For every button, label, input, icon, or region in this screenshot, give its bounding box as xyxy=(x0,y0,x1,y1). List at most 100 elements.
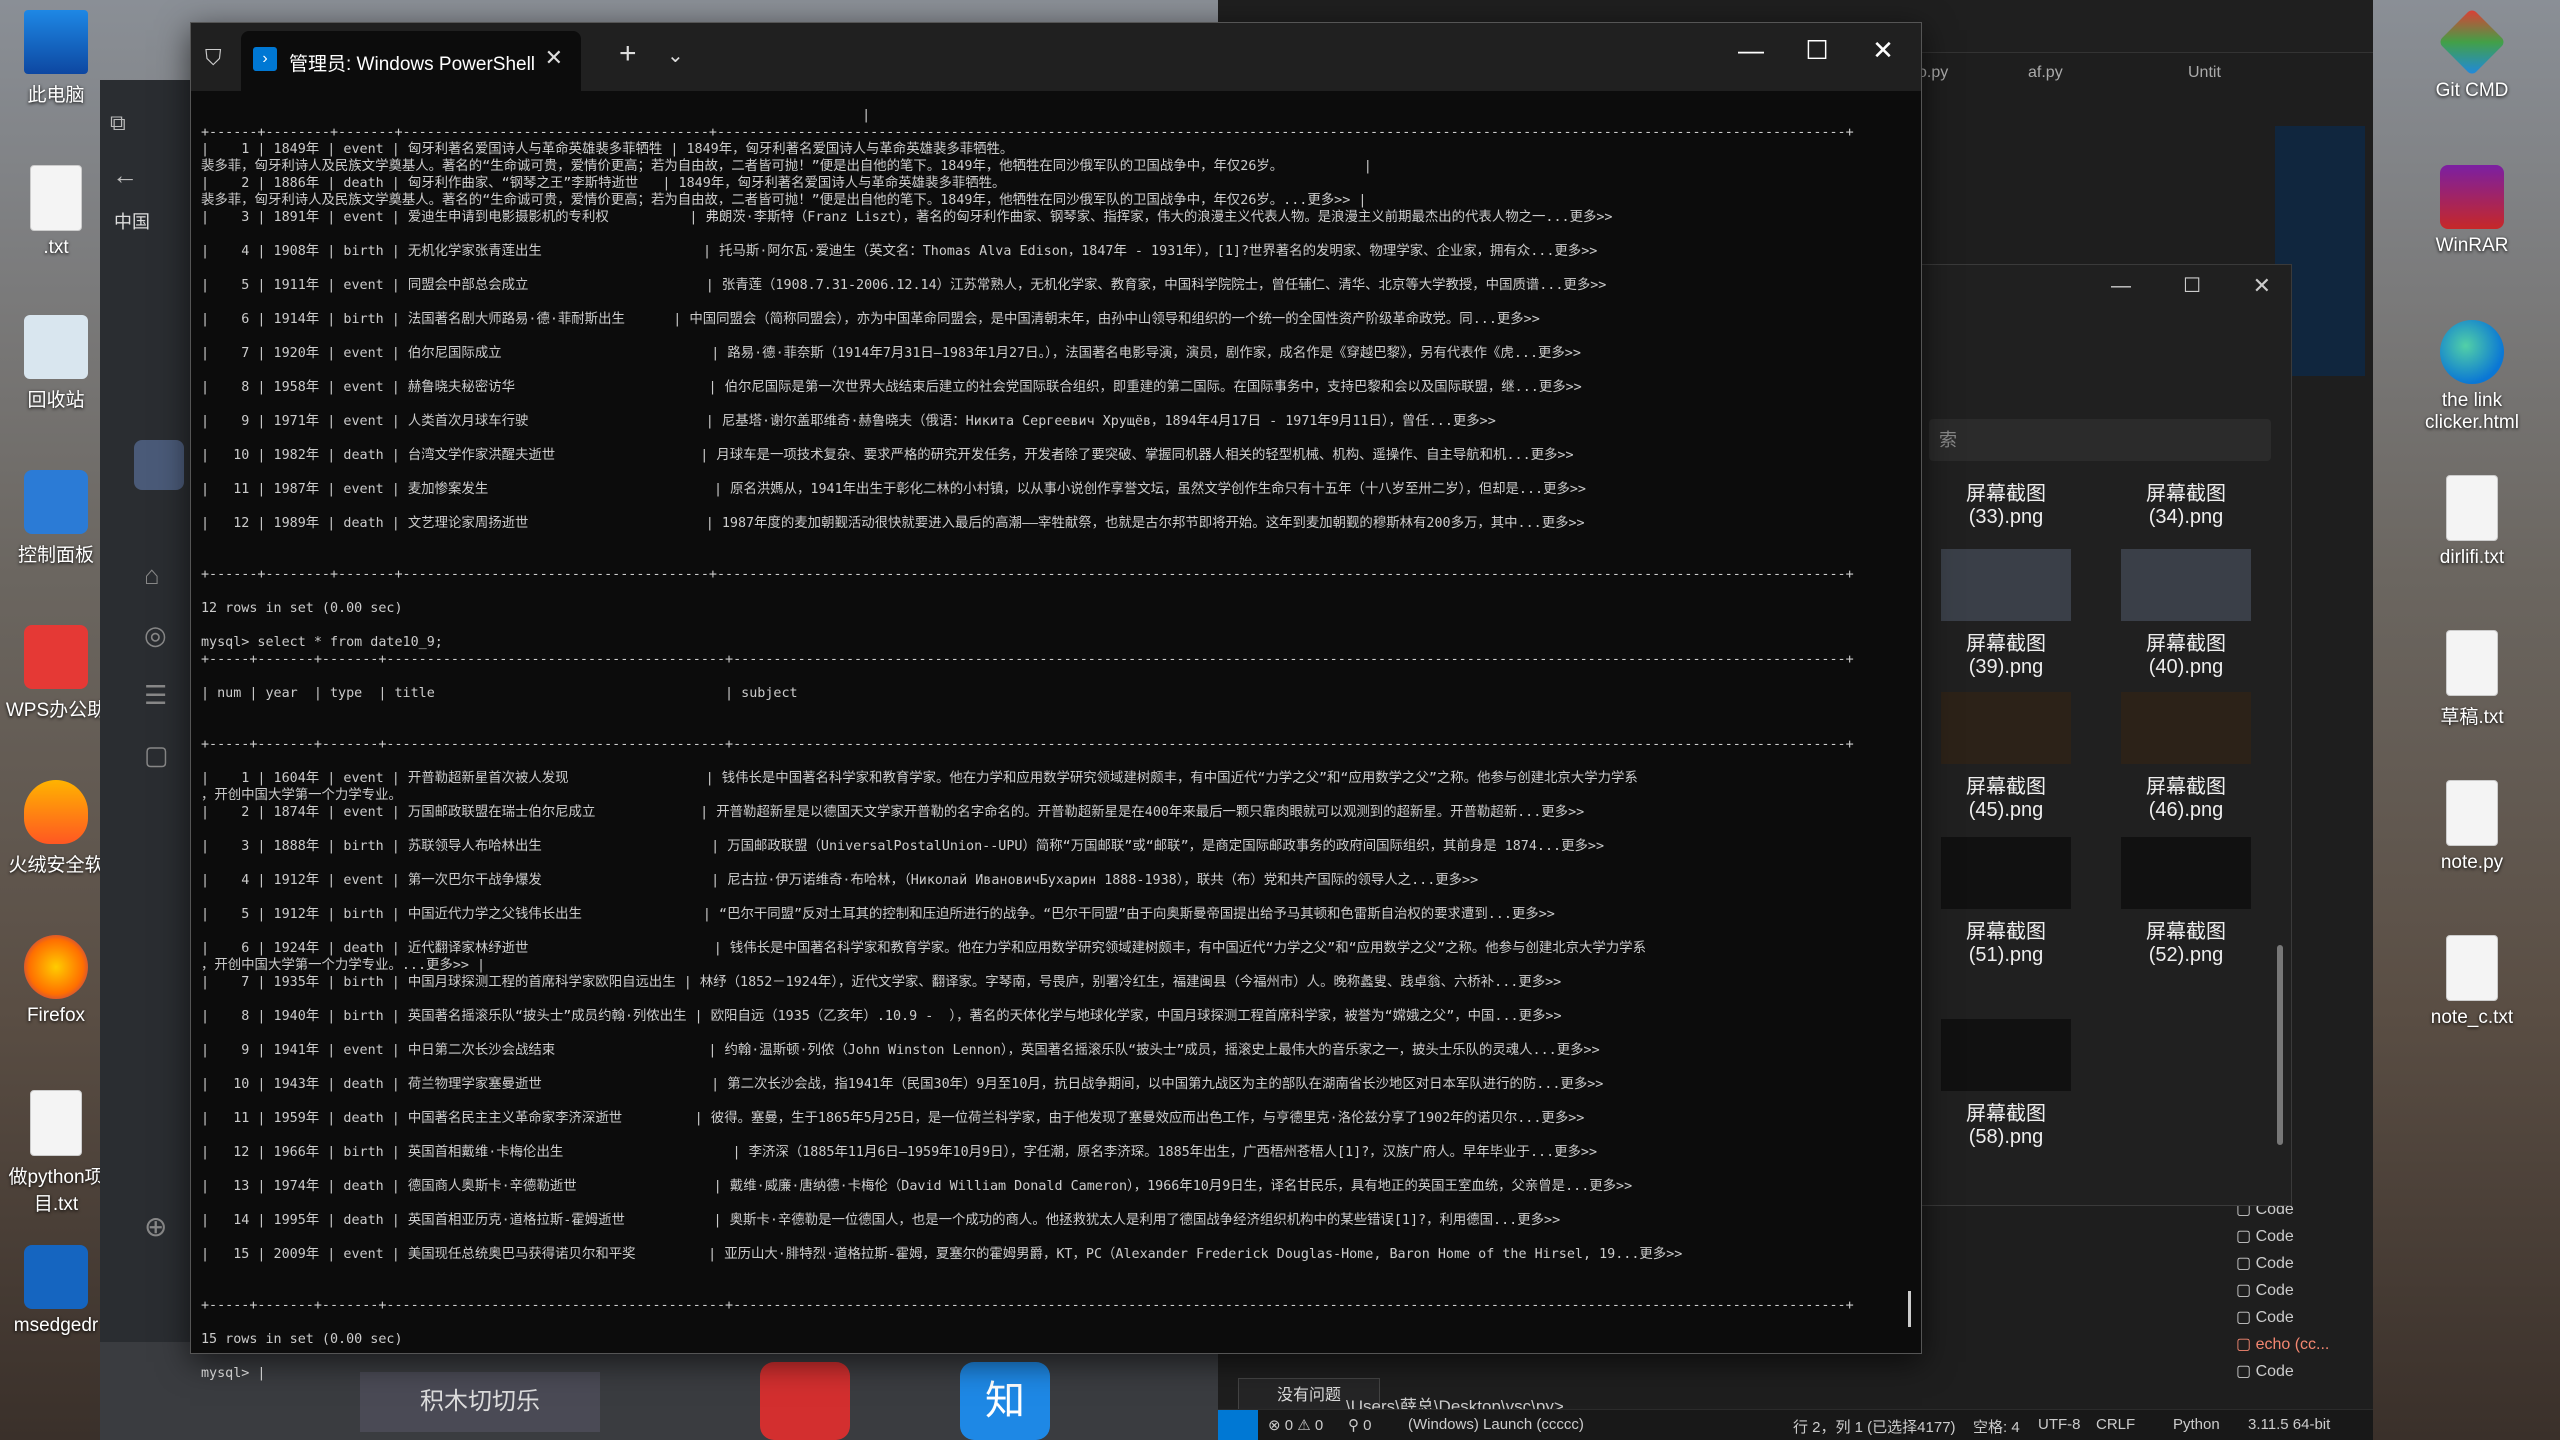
app-logo-icon[interactable] xyxy=(134,440,184,490)
maximize-button[interactable]: ☐ xyxy=(2183,273,2201,298)
status-launch[interactable]: (Windows) Launch (ccccc) xyxy=(1408,1416,1584,1433)
status-bar: ⊗ 0 ⚠ 0 ⚲ 0 (Windows) Launch (ccccc) 行 2… xyxy=(1218,1409,2373,1440)
scroll-thumb[interactable] xyxy=(1908,1291,1911,1327)
thumbnail-item[interactable]: 屏幕截图 (45).png xyxy=(1941,692,2071,822)
minimize-button[interactable]: — xyxy=(1721,35,1781,66)
tab-af-py[interactable]: af.py xyxy=(2028,64,2063,82)
console-line: | 1 | 1849年 | event | 匈牙利著名爱国诗人与革命英雄裴多菲牺… xyxy=(201,142,1014,157)
desktop-left-icon-0[interactable]: 此电脑 xyxy=(0,10,116,107)
status-eol[interactable]: CRLF xyxy=(2096,1416,2135,1433)
monitor-icon xyxy=(24,10,88,74)
powershell-icon: › xyxy=(253,47,277,71)
console-line: +------+--------+-------+---------------… xyxy=(201,567,1854,582)
close-button[interactable]: ✕ xyxy=(1853,35,1913,66)
console-line: | 2 | 1886年 | death | 匈牙利作曲家、“钢琴之王”李斯特逝世… xyxy=(201,176,1006,191)
powershell-titlebar: ⛉ › 管理员: Windows PowerShell ✕ + ⌄ — ☐ ✕ xyxy=(191,23,1921,91)
desktop-right-icon-4[interactable]: 草稿.txt xyxy=(2412,630,2532,729)
chevron-down-icon[interactable]: ⌄ xyxy=(667,43,684,68)
terminal-list-item[interactable]: ▢ echo (cc... xyxy=(2236,1331,2376,1358)
recycle-icon xyxy=(24,315,88,379)
status-ports[interactable]: ⚲ 0 xyxy=(1348,1416,1372,1434)
desktop-right-icon-5[interactable]: note.py xyxy=(2412,780,2532,874)
fire-icon xyxy=(24,780,88,844)
minimize-button[interactable]: — xyxy=(2111,275,2131,298)
desktop-icon-label: the link clicker.html xyxy=(2425,390,2519,433)
tab-powershell[interactable]: › 管理员: Windows PowerShell ✕ xyxy=(241,31,581,91)
status-version[interactable]: 3.11.5 64-bit xyxy=(2248,1416,2330,1433)
thumbnail-item[interactable]: 屏幕截图 (51).png xyxy=(1941,837,2071,967)
terminal-list-item[interactable]: ▢ Code xyxy=(2236,1250,2376,1277)
terminal-list-item[interactable]: ▢ Code xyxy=(2236,1223,2376,1250)
status-spaces[interactable]: 空格: 4 xyxy=(1973,1416,2020,1437)
desktop-icon-label: WinRAR xyxy=(2435,235,2509,256)
bag-icon[interactable]: ▢ xyxy=(144,740,169,771)
compass-icon[interactable]: ◎ xyxy=(144,620,167,651)
scrollbar[interactable] xyxy=(2277,945,2283,1145)
close-button[interactable]: ✕ xyxy=(2253,273,2271,299)
terminal-list-item[interactable]: ▢ Code xyxy=(2236,1277,2376,1304)
thumbnail-item[interactable]: 屏幕截图 (52).png xyxy=(2121,837,2251,967)
desktop-left-icon-1[interactable]: .txt xyxy=(0,165,116,259)
thumbnail-item[interactable]: 屏幕截图 (34).png xyxy=(2121,477,2251,529)
console-line: | num | year | type | title | subject xyxy=(201,686,798,701)
desktop-right-icon-0[interactable]: Git CMD xyxy=(2412,8,2532,102)
search-input[interactable]: 索 xyxy=(1929,419,2271,461)
list-icon[interactable]: ☰ xyxy=(144,680,167,711)
thumbnail-item[interactable]: 屏幕截图 (33).png xyxy=(1941,477,2071,529)
console-line: +-----+-------+-------+-----------------… xyxy=(201,737,1854,752)
console-line: | 9 | 1941年 | event | 中日第二次长沙会战结束 | 约翰·温… xyxy=(201,1043,1600,1058)
status-errors[interactable]: ⊗ 0 ⚠ 0 xyxy=(1268,1416,1323,1434)
console-line: +-----+-------+-------+-----------------… xyxy=(201,652,1854,667)
copy-icon[interactable]: ⧉ xyxy=(110,110,126,136)
thumbnail-item[interactable]: 屏幕截图 (40).png xyxy=(2121,549,2251,679)
left-window-text: 中国 xyxy=(114,212,150,232)
tab-o-py[interactable]: o.py xyxy=(1918,64,1948,82)
thumbnail-item[interactable]: 屏幕截图 (58).png xyxy=(1941,1019,2071,1149)
console-line: | 6 | 1914年 | birth | 法国著名剧大师路易·德·菲耐斯出生 … xyxy=(201,312,1540,327)
desktop-left-icon-8[interactable]: msedgedr xyxy=(0,1245,116,1337)
desktop-left-icon-3[interactable]: 控制面板 xyxy=(0,470,116,567)
console-output[interactable]: | +------+--------+-------+--------------… xyxy=(201,107,1901,1381)
thumbnail-label: 屏幕截图 (40).png xyxy=(2146,633,2226,678)
status-position[interactable]: 行 2，列 1 (已选择4177) xyxy=(1793,1416,1956,1437)
desktop-left-icon-6[interactable]: Firefox xyxy=(0,935,116,1027)
status-language[interactable]: Python xyxy=(2173,1416,2220,1433)
thumbnail-item[interactable]: 屏幕截图 (39).png xyxy=(1941,549,2071,679)
desktop-left-icon-5[interactable]: 火绒安全软 xyxy=(0,780,116,877)
desktop-right-icon-2[interactable]: the link clicker.html xyxy=(2412,320,2532,434)
desktop-left-icon-2[interactable]: 回收站 xyxy=(0,315,116,412)
back-arrow-icon[interactable]: ← xyxy=(112,160,138,191)
desktop-icon-label: note.py xyxy=(2440,852,2504,873)
add-icon[interactable]: ⊕ xyxy=(144,1210,167,1243)
desktop-right-icon-6[interactable]: note_c.txt xyxy=(2412,935,2532,1029)
tab-close-icon[interactable]: ✕ xyxy=(545,45,563,71)
desktop-right-icon-3[interactable]: dirlifi.txt xyxy=(2412,475,2532,569)
home-icon[interactable]: ⌂ xyxy=(144,560,160,591)
console-line: mysql> select * from date10_9; xyxy=(201,635,443,650)
thumbnail-label: 屏幕截图 (52).png xyxy=(2146,921,2226,966)
desktop-left-icon-4[interactable]: WPS办公助 xyxy=(0,625,116,722)
desktop-right-icon-1[interactable]: WinRAR xyxy=(2412,165,2532,257)
maximize-button[interactable]: ☐ xyxy=(1787,35,1847,66)
terminal-list-item[interactable]: ▢ Code xyxy=(2236,1304,2376,1331)
status-encoding[interactable]: UTF-8 xyxy=(2038,1416,2081,1433)
thumbnail-label: 屏幕截图 (34).png xyxy=(2146,483,2226,528)
desktop-left-icon-7[interactable]: 做python项目.txt xyxy=(0,1090,116,1216)
thumbnail-image xyxy=(2121,692,2251,764)
new-tab-button[interactable]: + xyxy=(619,37,637,71)
remote-icon[interactable] xyxy=(1218,1410,1258,1440)
console-line: | 4 | 1912年 | event | 第一次巴尔干战争爆发 | 尼古拉·伊… xyxy=(201,873,1479,888)
terminal-list-item[interactable]: ▢ Code xyxy=(2236,1358,2376,1385)
tab-untitled[interactable]: Untit xyxy=(2188,64,2221,82)
thumbnail-item[interactable]: 屏幕截图 (46).png xyxy=(2121,692,2251,822)
rar-icon xyxy=(2440,165,2504,229)
